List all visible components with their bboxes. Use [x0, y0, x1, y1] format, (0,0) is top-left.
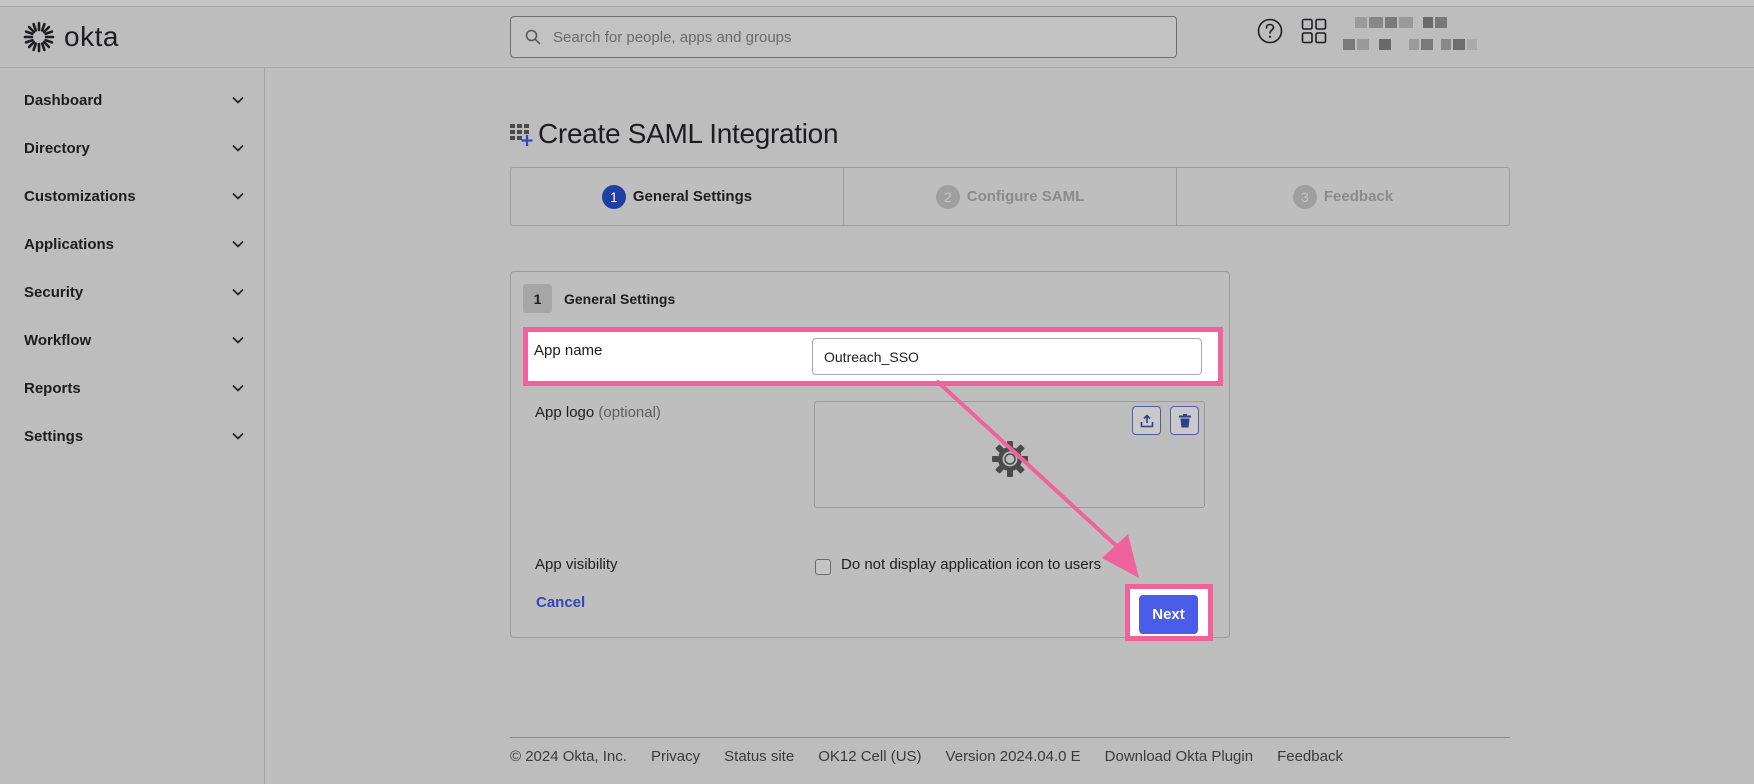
app-name-input[interactable]: [812, 338, 1202, 375]
delete-logo-button[interactable]: [1170, 406, 1199, 435]
chevron-down-icon: [232, 192, 244, 200]
step-number: 3: [1292, 184, 1317, 209]
chevron-down-icon: [232, 336, 244, 344]
card-header: 1 General Settings: [523, 284, 675, 313]
chevron-down-icon: [232, 144, 244, 152]
next-button[interactable]: Next: [1139, 595, 1198, 634]
user-account-menu[interactable]: [1343, 15, 1493, 55]
footer-cell-info: OK12 Cell (US): [818, 748, 922, 765]
sidebar-item-customizations[interactable]: Customizations: [24, 183, 244, 209]
optional-hint: (optional): [598, 404, 661, 421]
sidebar-item-label: Security: [24, 283, 84, 301]
okta-logo[interactable]: okta: [22, 19, 119, 55]
chevron-down-icon: [232, 96, 244, 104]
app-logo-label-text: App logo: [535, 404, 595, 421]
trash-icon: [1178, 413, 1191, 427]
hide-icon-checkbox-label[interactable]: Do not display application icon to users: [841, 556, 1101, 573]
sidebar-item-label: Directory: [24, 139, 90, 157]
step-label: General Settings: [632, 188, 753, 205]
logo-wordmark: okta: [64, 21, 119, 52]
step-feedback: 3 Feedback: [1177, 168, 1509, 225]
sidebar-item-reports[interactable]: Reports: [24, 375, 244, 401]
footer-link-status-site[interactable]: Status site: [724, 748, 794, 765]
gear-icon: [992, 441, 1028, 477]
upload-icon: [1140, 413, 1153, 427]
sidebar-nav: Dashboard Directory Customizations Appli…: [0, 68, 265, 784]
page-title: Create SAML Integration: [510, 114, 839, 154]
page-footer: © 2024 Okta, Inc. Privacy Status site OK…: [510, 737, 1510, 765]
general-settings-card: 1 General Settings App name App logo (op…: [510, 271, 1230, 641]
app-name-row-highlight: App name: [523, 327, 1223, 386]
step-label: Feedback: [1323, 188, 1394, 205]
help-icon[interactable]: [1257, 18, 1283, 44]
chevron-down-icon: [232, 432, 244, 440]
search-icon: [525, 29, 541, 45]
sidebar-item-label: Settings: [24, 427, 84, 445]
step-general-settings: 1 General Settings: [511, 168, 844, 225]
footer-link-privacy[interactable]: Privacy: [651, 748, 700, 765]
top-header: okta: [0, 7, 1754, 68]
step-number: 1: [601, 184, 626, 209]
sidebar-item-dashboard[interactable]: Dashboard: [24, 87, 244, 113]
upload-logo-button[interactable]: [1132, 406, 1161, 435]
global-search[interactable]: [510, 16, 1177, 58]
footer-copyright: © 2024 Okta, Inc.: [510, 748, 627, 765]
app-name-label: App name: [534, 342, 603, 359]
search-input[interactable]: [553, 28, 1153, 46]
hide-icon-checkbox[interactable]: [815, 559, 831, 575]
sidebar-item-settings[interactable]: Settings: [24, 423, 244, 449]
footer-link-feedback[interactable]: Feedback: [1277, 748, 1343, 765]
step-configure-saml: 2 Configure SAML: [844, 168, 1177, 225]
page-heading: Create SAML Integration: [538, 118, 839, 149]
app-integration-icon: [510, 124, 533, 146]
next-button-highlight: Next: [1125, 584, 1213, 641]
sidebar-item-label: Applications: [24, 235, 115, 253]
sidebar-item-directory[interactable]: Directory: [24, 135, 244, 161]
cancel-link[interactable]: Cancel: [536, 594, 585, 611]
sidebar-item-workflow[interactable]: Workflow: [24, 327, 244, 353]
footer-version: Version 2024.04.0 E: [945, 748, 1081, 765]
app-visibility-label: App visibility: [535, 556, 618, 573]
section-number: 1: [523, 284, 552, 313]
sidebar-item-applications[interactable]: Applications: [24, 231, 244, 257]
sidebar-item-label: Workflow: [24, 331, 92, 349]
section-title: General Settings: [564, 290, 676, 307]
chevron-down-icon: [232, 384, 244, 392]
app-logo-dropzone[interactable]: [814, 401, 1205, 508]
footer-link-download-plugin[interactable]: Download Okta Plugin: [1105, 748, 1253, 765]
sidebar-item-security[interactable]: Security: [24, 279, 244, 305]
sidebar-item-label: Reports: [24, 379, 81, 397]
chevron-down-icon: [232, 240, 244, 248]
main-content: Create SAML Integration 1 General Settin…: [266, 68, 1754, 784]
step-label: Configure SAML: [966, 188, 1085, 205]
app-grid-icon[interactable]: [1301, 18, 1327, 44]
step-number: 2: [935, 184, 960, 209]
sidebar-item-label: Dashboard: [24, 91, 103, 109]
sidebar-item-label: Customizations: [24, 187, 136, 205]
window-top-bar: [0, 0, 1754, 7]
app-logo-label: App logo (optional): [535, 404, 661, 421]
wizard-stepper: 1 General Settings 2 Configure SAML 3 Fe…: [510, 167, 1510, 226]
chevron-down-icon: [232, 288, 244, 296]
okta-sunburst-icon: [23, 21, 55, 53]
